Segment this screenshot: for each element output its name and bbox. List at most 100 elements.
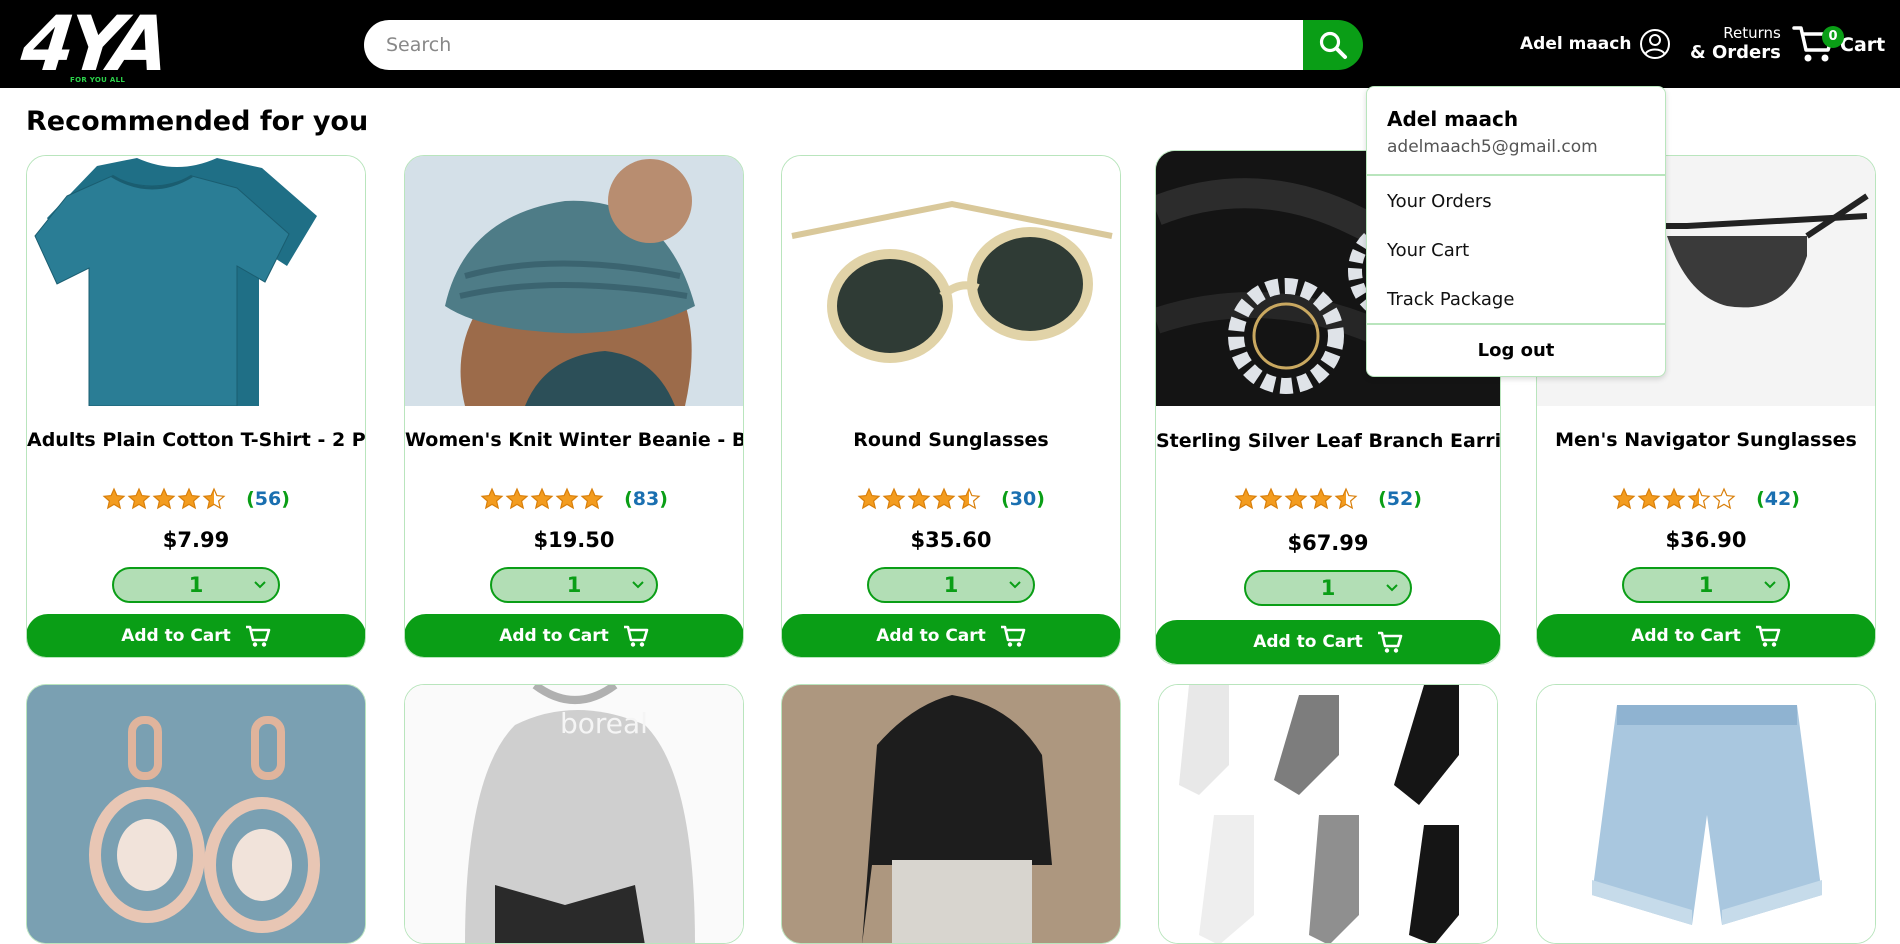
product-price: $19.50 (533, 528, 615, 552)
star-full-icon (127, 487, 151, 510)
star-full-icon (1259, 487, 1283, 510)
product-name[interactable]: Sterling Silver Leaf Branch Earrings (1156, 430, 1500, 452)
rating-stars (857, 487, 981, 511)
product-card: Adults Plain Cotton T-Shirt - 2 Pack (56… (26, 155, 366, 658)
search-bar (364, 20, 1363, 70)
star-full-icon (102, 487, 126, 510)
star-full-icon (882, 487, 906, 510)
menu-item-your-orders[interactable]: Your Orders (1387, 191, 1492, 212)
product-rating: (42) (1537, 487, 1875, 511)
product-name[interactable]: Men's Navigator Sunglasses (1537, 429, 1875, 451)
product-image[interactable] (782, 685, 1120, 943)
product-image[interactable] (1537, 685, 1875, 943)
product-name[interactable]: Women's Knit Winter Beanie - Blue (405, 429, 743, 451)
quantity-value: 1 (566, 573, 582, 597)
star-full-icon (932, 487, 956, 510)
product-card (1536, 684, 1876, 944)
product-price: $67.99 (1287, 531, 1369, 555)
account-name: Adel maach (1520, 34, 1632, 54)
product-name[interactable]: Adults Plain Cotton T-Shirt - 2 Pack (27, 429, 365, 451)
logout-button[interactable]: Log out (1367, 340, 1665, 361)
cart-count-badge: 0 (1822, 26, 1844, 48)
quantity-value: 1 (188, 573, 204, 597)
add-to-cart-button[interactable]: Add to Cart (782, 614, 1120, 657)
product-image[interactable] (782, 156, 1120, 406)
site-logo[interactable]: 4YA FOR YOU ALL (17, 0, 182, 88)
dropdown-user-email: adelmaach5@gmail.com (1387, 137, 1598, 157)
cart-icon (1000, 625, 1026, 647)
svg-text:boreal: boreal (560, 707, 648, 740)
star-full-icon (1284, 487, 1308, 510)
account-dropdown: Adel maach adelmaach5@gmail.com Your Ord… (1366, 86, 1666, 377)
product-card (1158, 684, 1498, 944)
rating-count[interactable]: (42) (1756, 488, 1800, 510)
search-button[interactable] (1303, 20, 1363, 70)
add-to-cart-label: Add to Cart (121, 626, 231, 646)
star-full-icon (1612, 487, 1636, 510)
logo-tagline: FOR YOU ALL (70, 76, 126, 84)
product-name[interactable]: Round Sunglasses (782, 429, 1120, 451)
quantity-select[interactable]: 1 (490, 567, 658, 603)
product-rating: (83) (405, 487, 743, 511)
star-full-icon (907, 487, 931, 510)
cart-icon (623, 625, 649, 647)
quantity-select[interactable]: 1 (1622, 567, 1790, 603)
star-full-icon (152, 487, 176, 510)
rating-count[interactable]: (56) (246, 488, 290, 510)
star-full-icon (1309, 487, 1333, 510)
product-price: $36.90 (1665, 528, 1747, 552)
add-to-cart-button[interactable]: Add to Cart (27, 614, 365, 657)
quantity-value: 1 (943, 573, 959, 597)
dropdown-user-name: Adel maach (1387, 107, 1519, 131)
product-rating: (52) (1156, 487, 1500, 511)
rating-stars (1612, 487, 1736, 511)
chevron-down-icon (254, 581, 266, 589)
add-to-cart-button[interactable]: Add to Cart (1537, 614, 1875, 657)
quantity-select[interactable]: 1 (867, 567, 1035, 603)
rating-count[interactable]: (30) (1001, 488, 1045, 510)
quantity-select[interactable]: 1 (112, 567, 280, 603)
star-full-icon (857, 487, 881, 510)
add-to-cart-label: Add to Cart (1253, 632, 1363, 652)
rating-stars (102, 487, 226, 511)
dropdown-divider (1367, 323, 1665, 325)
chevron-down-icon (1764, 581, 1776, 589)
star-half-icon (202, 487, 226, 510)
product-rating: (56) (27, 487, 365, 511)
product-card: Round Sunglasses (30) $35.60 1 Add to Ca… (781, 155, 1121, 658)
star-full-icon (530, 487, 554, 510)
star-half-icon (957, 487, 981, 510)
product-image[interactable]: boreal (405, 685, 743, 943)
rating-count[interactable]: (83) (624, 488, 668, 510)
search-icon (1319, 31, 1347, 59)
account-menu-button[interactable]: Adel maach (1520, 26, 1671, 62)
menu-item-your-cart[interactable]: Your Cart (1387, 240, 1469, 261)
add-to-cart-label: Add to Cart (499, 626, 609, 646)
cart-icon (1377, 631, 1403, 653)
product-image[interactable] (405, 156, 743, 406)
logo-text: 4YA (17, 0, 169, 88)
add-to-cart-button[interactable]: Add to Cart (1156, 620, 1500, 664)
menu-item-track-package[interactable]: Track Package (1387, 289, 1514, 310)
chevron-down-icon (632, 581, 644, 589)
rating-count[interactable]: (52) (1378, 488, 1422, 510)
product-image[interactable] (27, 156, 365, 406)
search-input[interactable] (364, 20, 1303, 70)
product-card (781, 684, 1121, 944)
star-half-icon (1334, 487, 1358, 510)
product-image[interactable] (27, 685, 365, 943)
returns-orders-link[interactable]: Returns & Orders (1690, 24, 1781, 64)
cart-icon (245, 625, 271, 647)
section-title: Recommended for you (26, 106, 369, 137)
add-to-cart-label: Add to Cart (876, 626, 986, 646)
cart-link[interactable]: 0 Cart (1792, 22, 1885, 66)
cart-label: Cart (1840, 34, 1886, 56)
product-image[interactable] (1159, 685, 1497, 943)
returns-label: Returns (1723, 24, 1781, 42)
quantity-select[interactable]: 1 (1244, 570, 1412, 606)
product-card: boreal (404, 684, 744, 944)
product-rating: (30) (782, 487, 1120, 511)
star-full-icon (580, 487, 604, 510)
chevron-down-icon (1009, 581, 1021, 589)
add-to-cart-button[interactable]: Add to Cart (405, 614, 743, 657)
